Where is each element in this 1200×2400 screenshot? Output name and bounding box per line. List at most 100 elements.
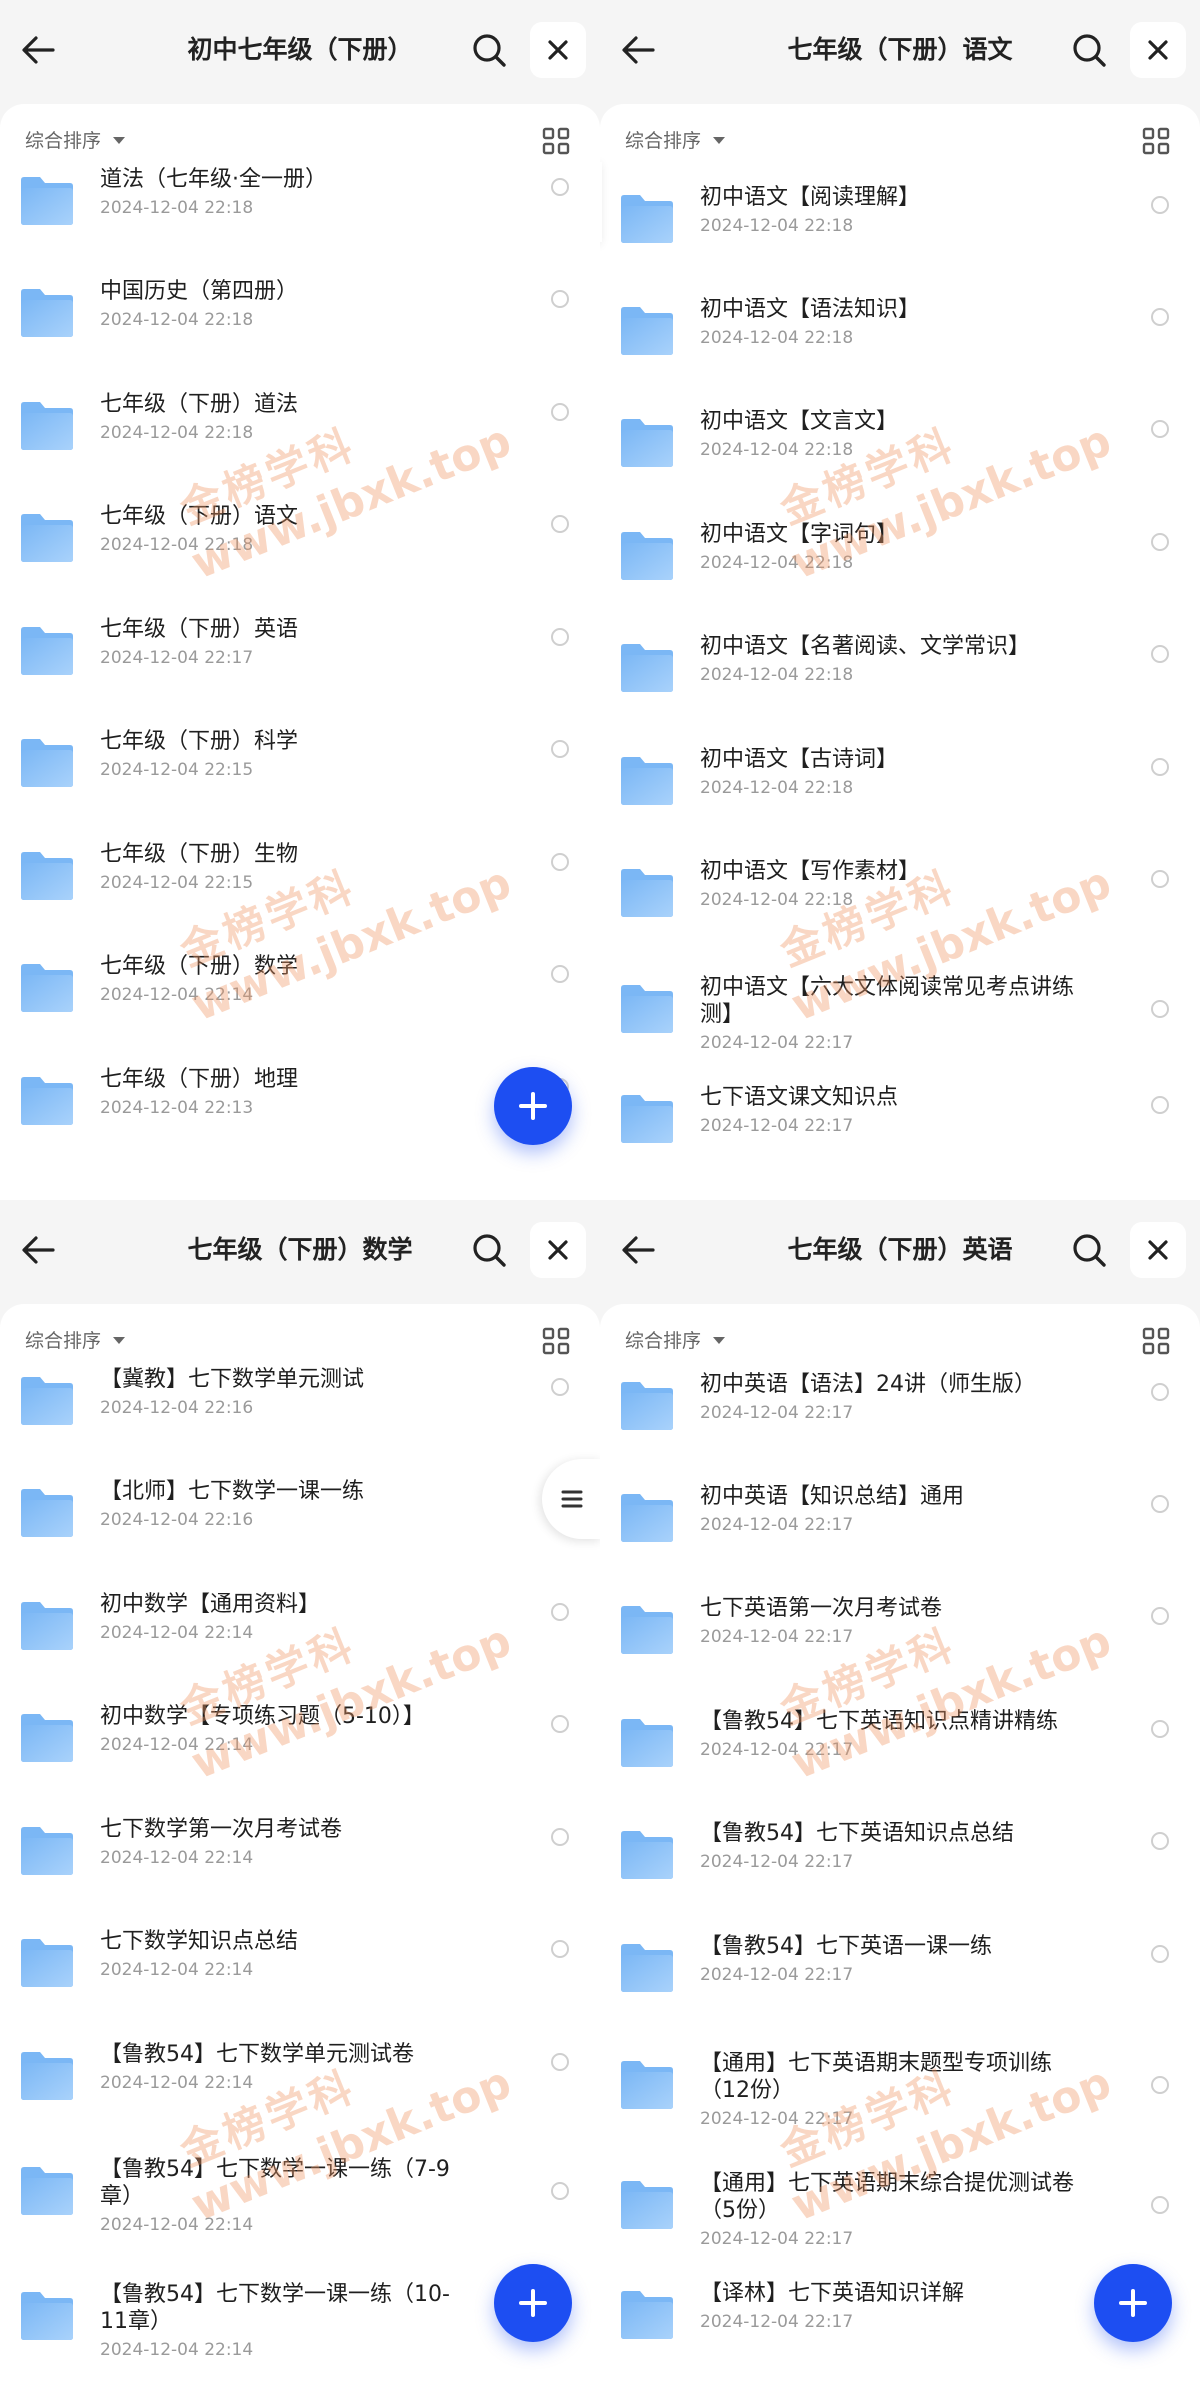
select-radio[interactable] (1151, 1832, 1169, 1850)
folder-row[interactable]: 七年级（下册）生物 2024-12-04 22:15 (0, 829, 600, 929)
folder-row[interactable]: 【鲁教54】七下英语知识点精讲精练 2024-12-04 22:17 (600, 1696, 1200, 1796)
select-radio[interactable] (1151, 1383, 1169, 1401)
folder-row[interactable]: 初中语文【文言文】 2024-12-04 22:18 (600, 396, 1200, 496)
folder-row[interactable]: 中国历史（第四册） 2024-12-04 22:18 (0, 266, 600, 366)
folder-row[interactable]: 【通用】七下英语期末综合提优测试卷（5份） 2024-12-04 22:17 (600, 2158, 1200, 2258)
folder-date: 2024-12-04 22:14 (100, 2073, 254, 2093)
back-button[interactable] (616, 1226, 660, 1274)
folder-row[interactable]: 七下语文课文知识点 2024-12-04 22:17 (600, 1072, 1200, 1172)
select-radio[interactable] (551, 628, 569, 646)
select-radio[interactable] (1151, 1720, 1169, 1738)
select-radio[interactable] (1151, 196, 1169, 214)
select-radio[interactable] (551, 1940, 569, 1958)
close-button[interactable] (530, 1222, 586, 1278)
select-radio[interactable] (551, 740, 569, 758)
folder-name: 【通用】七下英语期末题型专项训练（12份） (700, 2051, 1053, 2103)
select-radio[interactable] (551, 290, 569, 308)
select-radio[interactable] (1151, 870, 1169, 888)
select-radio[interactable] (551, 1715, 569, 1733)
folder-row[interactable]: 七年级（下册）数学 2024-12-04 22:14 (0, 941, 600, 1041)
folder-date: 2024-12-04 22:14 (100, 1848, 254, 1868)
panel-grade7-root: 初中七年级（下册） 综合排序 道法（七年级·全一册） 2024-12-04 22… (0, 0, 600, 1200)
select-radio[interactable] (551, 515, 569, 533)
folder-name: 七年级（下册）地理 (100, 1067, 299, 1092)
folder-row[interactable]: 初中语文【古诗词】 2024-12-04 22:18 (600, 734, 1200, 834)
folder-row[interactable]: 【北师】七下数学一课一练 2024-12-04 22:16 (0, 1466, 600, 1566)
menu-lines-icon (561, 1490, 583, 1508)
back-button[interactable] (616, 26, 660, 74)
select-radio[interactable] (551, 2053, 569, 2071)
folder-row[interactable]: 【鲁教54】七下英语知识点总结 2024-12-04 22:17 (600, 1808, 1200, 1908)
folder-row[interactable]: 初中语文【六大文体阅读常见考点讲练测】 2024-12-04 22:17 (600, 962, 1200, 1062)
select-radio[interactable] (1151, 1495, 1169, 1513)
folder-row[interactable]: 初中语文【阅读理解】 2024-12-04 22:18 (600, 172, 1200, 272)
folder-row[interactable]: 【鲁教54】七下数学一课一练（7-9章） 2024-12-04 22:14 (0, 2144, 600, 2244)
folder-row[interactable]: 初中语文【写作素材】 2024-12-04 22:18 (600, 846, 1200, 946)
select-radio[interactable] (551, 403, 569, 421)
folder-date: 2024-12-04 22:18 (700, 665, 854, 685)
search-button[interactable] (465, 1226, 513, 1274)
select-radio[interactable] (1151, 645, 1169, 663)
folder-row[interactable]: 初中语文【名著阅读、文学常识】 2024-12-04 22:18 (600, 621, 1200, 721)
folder-row[interactable]: 初中英语【语法】24讲（师生版） 2024-12-04 22:17 (600, 1359, 1200, 1459)
folder-row[interactable]: 七年级（下册）道法 2024-12-04 22:18 (0, 379, 600, 479)
folder-row[interactable]: 七年级（下册）语文 2024-12-04 22:18 (0, 491, 600, 591)
back-button[interactable] (16, 1226, 60, 1274)
folder-date: 2024-12-04 22:18 (100, 423, 254, 443)
folder-date: 2024-12-04 22:18 (100, 310, 254, 330)
back-button[interactable] (16, 26, 60, 74)
select-radio[interactable] (1151, 1000, 1169, 1018)
select-radio[interactable] (1151, 308, 1169, 326)
close-icon (548, 1240, 568, 1260)
search-button[interactable] (1065, 26, 1113, 74)
select-radio[interactable] (551, 853, 569, 871)
folder-row[interactable]: 七年级（下册）英语 2024-12-04 22:17 (0, 604, 600, 704)
folder-row[interactable]: 七下英语第一次月考试卷 2024-12-04 22:17 (600, 1583, 1200, 1683)
select-radio[interactable] (1151, 2196, 1169, 2214)
folder-icon (21, 1602, 73, 1650)
select-radio[interactable] (551, 2182, 569, 2200)
folder-row[interactable]: 初中数学【专项练习题（5-10）】 2024-12-04 22:14 (0, 1691, 600, 1791)
folder-row[interactable]: 【冀教】七下数学单元测试 2024-12-04 22:16 (0, 1354, 600, 1454)
folder-list: 初中语文【阅读理解】 2024-12-04 22:18 初中语文【语法知识】 2024… (600, 104, 1200, 1200)
search-icon (1073, 34, 1106, 67)
close-button[interactable] (1130, 1222, 1186, 1278)
select-radio[interactable] (1151, 2076, 1169, 2094)
folder-date: 2024-12-04 22:17 (700, 1740, 854, 1760)
folder-name: 初中语文【古诗词】 (700, 747, 899, 772)
folder-icon (621, 644, 673, 692)
folder-row[interactable]: 【鲁教54】七下英语一课一练 2024-12-04 22:17 (600, 1921, 1200, 2021)
select-radio[interactable] (551, 1378, 569, 1396)
folder-row[interactable]: 初中语文【语法知识】 2024-12-04 22:18 (600, 284, 1200, 384)
add-button[interactable] (1094, 2264, 1172, 2342)
close-button[interactable] (1130, 22, 1186, 78)
side-menu-handle[interactable] (600, 162, 602, 242)
select-radio[interactable] (1151, 758, 1169, 776)
arrow-left-icon (22, 36, 55, 64)
select-radio[interactable] (551, 178, 569, 196)
select-radio[interactable] (551, 1603, 569, 1621)
folder-name: 初中英语【知识总结】通用 (700, 1484, 965, 1509)
close-button[interactable] (530, 22, 586, 78)
search-button[interactable] (465, 26, 513, 74)
add-button[interactable] (494, 1067, 572, 1145)
folder-row[interactable]: 【通用】七下英语期末题型专项训练（12份） 2024-12-04 22:17 (600, 2038, 1200, 2138)
folder-row[interactable]: 七下数学第一次月考试卷 2024-12-04 22:14 (0, 1804, 600, 1904)
folder-row[interactable]: 初中数学【通用资料】 2024-12-04 22:14 (0, 1579, 600, 1679)
select-radio[interactable] (1151, 420, 1169, 438)
folder-date: 2024-12-04 22:18 (700, 328, 854, 348)
select-radio[interactable] (551, 1828, 569, 1846)
select-radio[interactable] (1151, 1607, 1169, 1625)
folder-row[interactable]: 七下数学知识点总结 2024-12-04 22:14 (0, 1916, 600, 2016)
select-radio[interactable] (1151, 1945, 1169, 1963)
add-button[interactable] (494, 2264, 572, 2342)
folder-row[interactable]: 道法（七年级·全一册） 2024-12-04 22:18 (0, 154, 600, 254)
select-radio[interactable] (1151, 1096, 1169, 1114)
search-button[interactable] (1065, 1226, 1113, 1274)
select-radio[interactable] (1151, 533, 1169, 551)
folder-row[interactable]: 初中语文【字词句】 2024-12-04 22:18 (600, 509, 1200, 609)
folder-row[interactable]: 七年级（下册）科学 2024-12-04 22:15 (0, 716, 600, 816)
select-radio[interactable] (551, 965, 569, 983)
folder-row[interactable]: 【鲁教54】七下数学单元测试卷 2024-12-04 22:14 (0, 2029, 600, 2129)
folder-row[interactable]: 初中英语【知识总结】通用 2024-12-04 22:17 (600, 1471, 1200, 1571)
